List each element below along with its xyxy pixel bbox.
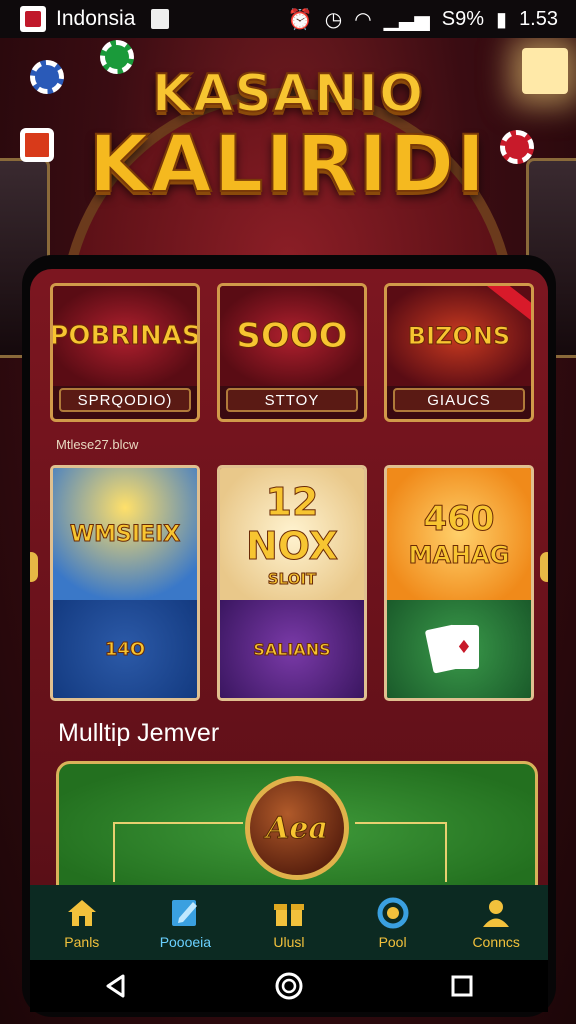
slot-game-card[interactable]: 12 NOX SLOIT SALIANS: [217, 465, 367, 701]
multiplayer-table[interactable]: Aea: [56, 761, 538, 885]
featured-game-label: STTOY: [226, 388, 358, 412]
slot-game-number: 460: [423, 499, 495, 540]
scroll-left-handle[interactable]: [30, 552, 38, 582]
slot-game-subtitle: ♦: [387, 600, 531, 698]
slot-game-tag: SLOIT: [267, 570, 317, 589]
slot-games-row: WMSIEIX 14O 12 NOX SLOIT SALIANS 460 MAH…: [50, 465, 534, 701]
slot-game-card[interactable]: WMSIEIX 14O: [50, 465, 200, 701]
table-line: [355, 822, 445, 824]
gift-icon: [273, 903, 304, 926]
clock-icon: ◷: [324, 8, 343, 31]
slot-game-subtitle: 14O: [53, 600, 197, 698]
featured-game-label: GIAUCS: [393, 388, 525, 412]
nav-item-edit[interactable]: Poooeia: [134, 885, 238, 960]
slot-game-card[interactable]: 460 MAHAG ♦: [384, 465, 534, 701]
slot-game-number: 12: [265, 480, 319, 525]
signal-icon: ▁▃▅: [383, 8, 430, 31]
nav-item-profile[interactable]: Conncs: [444, 885, 548, 960]
slot-game-title: 460 MAHAG: [387, 468, 531, 600]
playing-cards-icon: ♦: [425, 624, 479, 674]
home-icon: [67, 899, 96, 926]
nav-item-pool[interactable]: Pool: [341, 885, 445, 960]
featured-game-art: SOOO: [220, 286, 364, 386]
nav-label: Ulusl: [273, 933, 305, 950]
nav-item-gift[interactable]: Ulusl: [237, 885, 341, 960]
scroll-right-handle[interactable]: [540, 552, 548, 582]
logo-line1: KASANIO: [151, 63, 425, 125]
slot-game-name: NOX: [245, 524, 339, 569]
wifi-icon: ◠: [354, 8, 372, 31]
carrier-name: Indonsia: [56, 7, 136, 30]
battery-percent: S9%: [441, 7, 485, 30]
home-button[interactable]: [269, 966, 309, 1006]
featured-game-label: SPRQODIO): [59, 388, 191, 412]
nav-label: Conncs: [472, 933, 520, 950]
home-circle-icon: [275, 972, 303, 1000]
nav-item-home[interactable]: Panls: [30, 885, 134, 960]
featured-game-card[interactable]: SOOO STTOY: [217, 283, 367, 422]
system-nav-bar: [30, 960, 548, 1012]
featured-game-card[interactable]: POBRINAS SPRQODIO): [50, 283, 200, 422]
recents-button[interactable]: [442, 966, 482, 1006]
status-bar: Indonsia ⏰ ◷ ◠ ▁▃▅ S9% ▮ 1.53: [0, 0, 576, 38]
table-line: [113, 822, 243, 824]
nav-label: Poooeia: [159, 933, 212, 950]
table-line: [113, 822, 115, 882]
featured-games-row: POBRINAS SPRQODIO) SOOO STTOY BIZONS GIA…: [50, 283, 534, 422]
casino-logo: KASANIO KALIRIDI: [0, 58, 576, 211]
clipboard-icon: [151, 9, 170, 29]
featured-game-card[interactable]: BIZONS GIAUCS: [384, 283, 534, 422]
svg-text:♦: ♦: [456, 637, 472, 658]
edit-icon: [172, 899, 198, 926]
logo-line2: KALIRIDI: [88, 119, 488, 211]
section-caption: Mtlese27.blcw: [56, 437, 139, 452]
slot-game-title: 12 NOX SLOIT: [220, 468, 364, 600]
game-lobby: POBRINAS SPRQODIO) SOOO STTOY BIZONS GIA…: [30, 269, 548, 885]
person-icon: [483, 899, 510, 927]
table-badge[interactable]: Aea: [245, 776, 349, 880]
back-button[interactable]: [96, 966, 136, 1006]
status-time: 1.53: [519, 7, 558, 30]
app-icon: [20, 6, 46, 32]
slot-game-subtitle: SALIANS: [220, 600, 364, 698]
alarm-icon: ⏰: [287, 8, 313, 31]
nav-label: Panls: [64, 933, 100, 950]
slot-game-name: MAHAG: [408, 541, 510, 570]
app-panel: POBRINAS SPRQODIO) SOOO STTOY BIZONS GIA…: [22, 255, 556, 1017]
back-icon: [106, 974, 125, 998]
circle-icon: [377, 897, 409, 928]
nav-label: Pool: [378, 933, 407, 950]
featured-game-art: POBRINAS: [53, 286, 197, 386]
battery-icon: ▮: [496, 8, 508, 31]
slot-game-title: WMSIEIX: [53, 468, 197, 600]
table-line: [445, 822, 447, 882]
bottom-nav: Panls Poooeia Ulusl Pool Conncs: [30, 885, 548, 960]
recents-icon: [451, 975, 473, 997]
multiplayer-heading: Mulltip Jemver: [58, 719, 220, 747]
